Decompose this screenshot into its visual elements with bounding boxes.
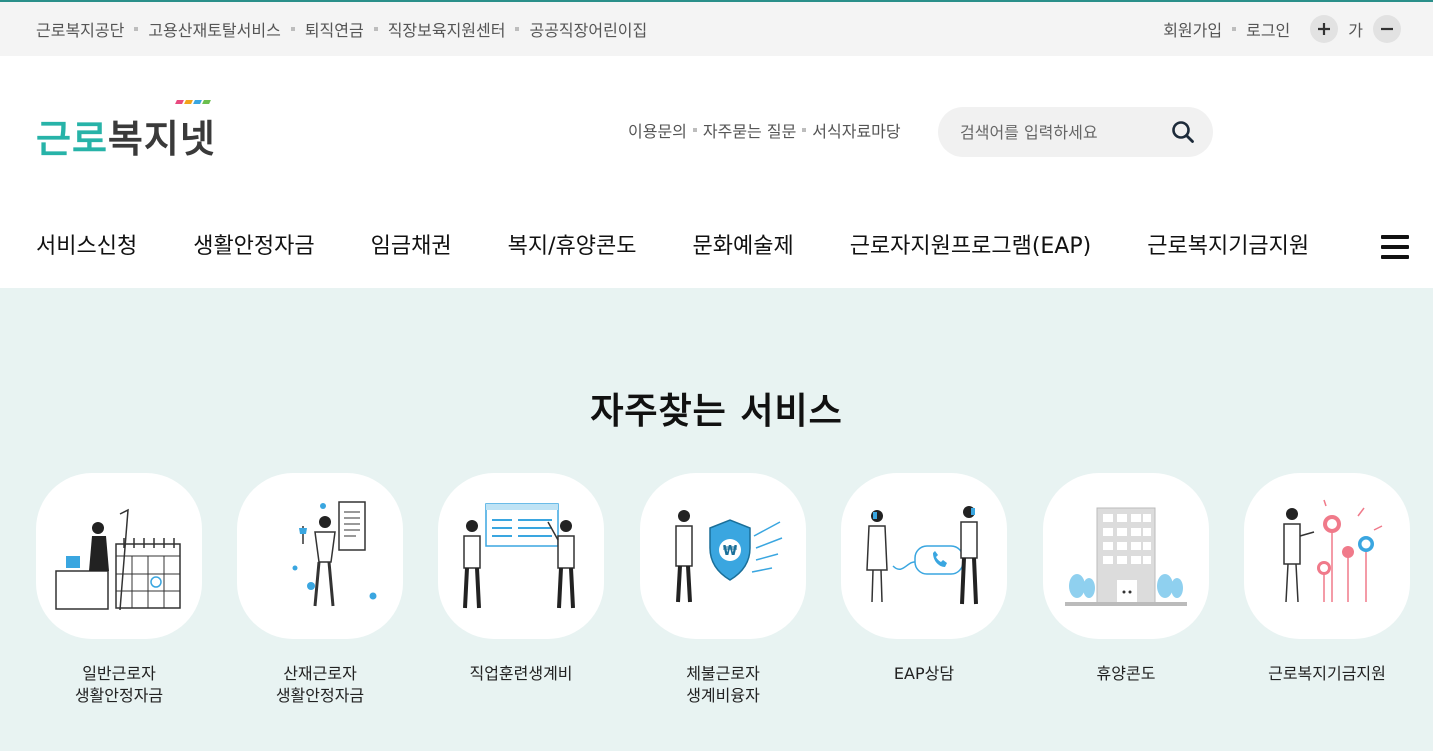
nav-art-festival[interactable]: 문화예술제 — [692, 228, 793, 260]
plus-icon — [1318, 23, 1331, 35]
separator — [692, 128, 697, 132]
search-input[interactable] — [960, 119, 1160, 145]
service-label: 일반근로자 생활안정자금 — [74, 664, 164, 705]
fund-flower-icon — [1283, 499, 1383, 603]
separator — [134, 27, 139, 31]
separator — [373, 27, 378, 31]
service-icon-tile — [841, 473, 1007, 639]
service-item-eap-counseling[interactable]: EAP상담 — [841, 473, 1007, 685]
font-decrease-button[interactable] — [1373, 15, 1401, 43]
nav-eap[interactable]: 근로자지원프로그램(EAP) — [850, 228, 1092, 260]
util-link-inquiry[interactable]: 이용문의 — [628, 118, 687, 142]
family-site-links: 근로복지공단 고용산재토탈서비스 퇴직연금 직장보육지원센터 공공직장어린이집 — [36, 2, 647, 56]
office-worker-calendar-icon — [55, 508, 181, 611]
login-link[interactable]: 로그인 — [1246, 17, 1290, 41]
main-navigation: 서비스신청 생활안정자금 임금채권 복지/휴양콘도 문화예술제 근로자지원프로그… — [36, 222, 1309, 266]
service-icon-tile — [1043, 473, 1209, 639]
service-icon-tile — [1244, 473, 1410, 639]
service-icon-tile: ₩ — [640, 473, 806, 639]
logo-text: 근로복지넷 — [36, 117, 216, 161]
font-increase-button[interactable] — [1310, 15, 1339, 43]
site-logo[interactable]: 근로복지넷 — [36, 100, 246, 161]
nav-welfare-condo[interactable]: 복지/휴양콘도 — [508, 228, 637, 260]
service-icon-tile — [237, 473, 403, 639]
service-label: EAP상담 — [893, 664, 955, 683]
phone-consult-icon — [866, 506, 978, 605]
shield-won-icon: ₩ — [675, 510, 783, 603]
service-item-unpaid-worker-loan[interactable]: ₩ 체불근로자 생계비융자 — [640, 473, 806, 707]
service-icon-tile — [36, 473, 202, 639]
separator — [515, 27, 520, 31]
service-label: 근로복지기금지원 — [1268, 664, 1386, 683]
service-label: 체불근로자 생계비융자 — [686, 664, 760, 705]
top-utility-bar: 근로복지공단 고용산재토탈서비스 퇴직연금 직장보육지원센터 공공직장어린이집 … — [0, 0, 1433, 56]
nav-living-fund[interactable]: 생활안정자금 — [193, 228, 314, 260]
service-label: 산재근로자 생활안정자금 — [275, 664, 365, 705]
nav-wage-claim[interactable]: 임금채권 — [371, 228, 452, 260]
service-item-training-living-cost[interactable]: 직업훈련생계비 — [438, 473, 604, 685]
service-list: 일반근로자 생활안정자금 산재근로자 생활안정자금 직업훈련생계비 ₩ 체불근로… — [36, 473, 1416, 743]
service-item-general-living-fund[interactable]: 일반근로자 생활안정자금 — [36, 473, 202, 707]
site-header: 근로복지넷 이용문의 자주묻는 질문 서식자료마당 서비스신청 생활안정자금 임… — [0, 56, 1433, 288]
service-label: 직업훈련생계비 — [469, 664, 573, 683]
separator — [1232, 27, 1237, 31]
minus-icon — [1381, 27, 1393, 31]
service-item-condo[interactable]: 휴양콘도 — [1043, 473, 1209, 685]
nav-welfare-fund[interactable]: 근로복지기금지원 — [1147, 228, 1309, 260]
top-link-total-service[interactable]: 고용산재토탈서비스 — [148, 17, 280, 41]
service-item-welfare-fund-support[interactable]: 근로복지기금지원 — [1244, 473, 1410, 685]
section-title: 자주찾는 서비스 — [590, 391, 843, 432]
injured-worker-document-icon — [292, 501, 377, 607]
separator — [802, 128, 807, 132]
search-icon — [1172, 121, 1194, 143]
top-link-childcare-center[interactable]: 직장보육지원센터 — [388, 17, 506, 41]
top-link-daycare[interactable]: 공공직장어린이집 — [529, 17, 647, 41]
logo-color-bars — [175, 100, 211, 104]
account-tools: 회원가입 로그인 가 — [1163, 2, 1401, 56]
service-item-injured-living-fund[interactable]: 산재근로자 생활안정자금 — [237, 473, 403, 707]
utility-links: 이용문의 자주묻는 질문 서식자료마당 — [628, 118, 901, 142]
search-box — [938, 107, 1213, 157]
condo-building-icon — [1065, 507, 1187, 606]
util-link-faq[interactable]: 자주묻는 질문 — [703, 118, 796, 142]
join-link[interactable]: 회원가입 — [1163, 17, 1222, 41]
training-presentation-icon — [463, 503, 575, 609]
util-link-forms[interactable]: 서식자료마당 — [812, 118, 900, 142]
top-link-comwel[interactable]: 근로복지공단 — [36, 17, 124, 41]
separator — [290, 27, 295, 31]
service-icon-tile — [438, 473, 604, 639]
svg-text:₩: ₩ — [723, 544, 738, 559]
all-menu-button[interactable] — [1381, 235, 1411, 261]
hamburger-icon — [1381, 235, 1411, 259]
service-label: 휴양콘도 — [1096, 664, 1156, 683]
top-link-pension[interactable]: 퇴직연금 — [305, 17, 364, 41]
search-button[interactable] — [1171, 120, 1195, 144]
font-size-label: 가 — [1348, 21, 1363, 40]
nav-service-apply[interactable]: 서비스신청 — [36, 228, 137, 260]
